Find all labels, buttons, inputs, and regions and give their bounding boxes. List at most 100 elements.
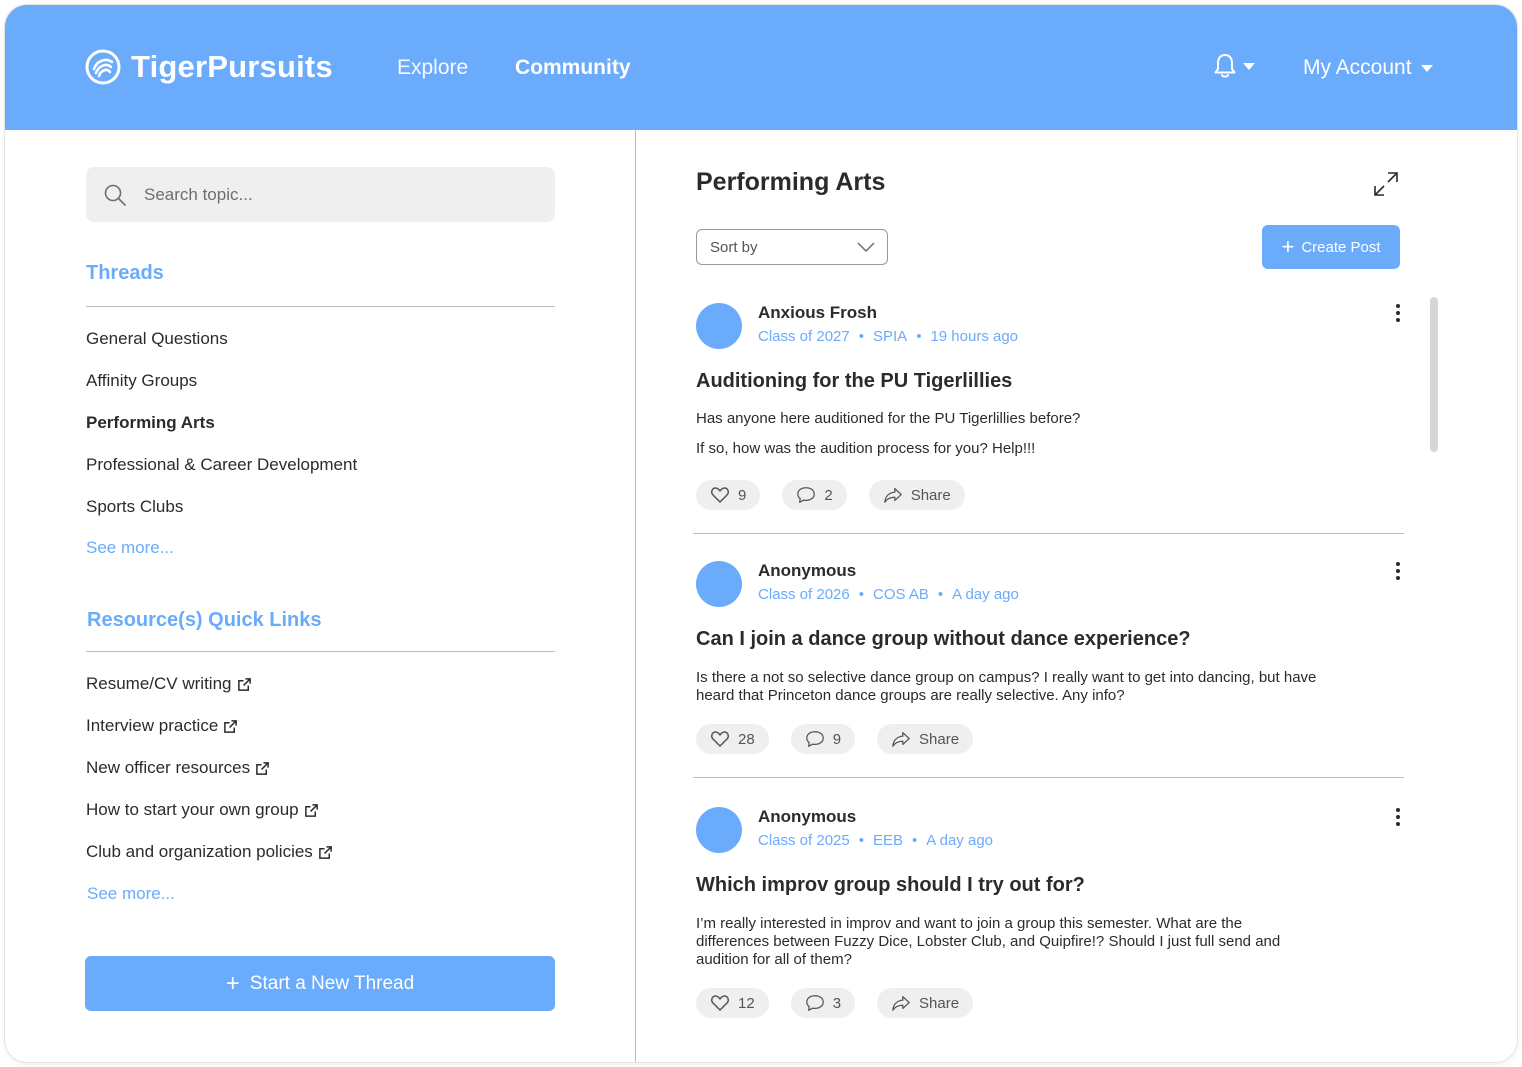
post-card: Anonymous Class of 2025 • EEB • A day ago Wh… — [696, 807, 1406, 1027]
share-label: Share — [919, 994, 960, 1012]
bell-icon — [1214, 54, 1236, 78]
thread-affinity-groups[interactable]: Affinity Groups — [86, 371, 197, 391]
post-class-year: Class of 2026 — [758, 586, 850, 603]
post-department: SPIA — [873, 328, 908, 345]
comment-button[interactable]: 9 — [790, 724, 856, 754]
like-button[interactable]: 28 — [696, 724, 769, 754]
expand-icon[interactable] — [1371, 169, 1401, 199]
chevron-down-icon — [857, 242, 875, 252]
post-meta: Class of 2027 • SPIA • 19 hours ago — [758, 328, 1019, 345]
start-new-thread-button[interactable]: + Start a New Thread — [85, 956, 555, 1011]
share-button[interactable]: Share — [877, 724, 974, 754]
post-department: EEB — [873, 832, 904, 849]
post-timestamp: 19 hours ago — [930, 328, 1019, 345]
post-title[interactable]: Which improv group should I try out for? — [696, 874, 1085, 897]
post-department: COS AB — [873, 586, 929, 603]
top-navigation-bar: TigerPursuits Explore Community My Accou… — [5, 5, 1517, 130]
post-actions: 28 9 Share — [696, 724, 995, 754]
resource-label: Club and organization policies — [86, 842, 313, 861]
post-body-line: I’m really interested in improv and want… — [696, 915, 1281, 968]
comment-button[interactable]: 2 — [782, 480, 847, 510]
thread-performing-arts[interactable]: Performing Arts — [86, 413, 215, 433]
logo[interactable]: TigerPursuits — [85, 49, 333, 85]
post-author: Anonymous — [758, 561, 857, 580]
post-meta: Class of 2026 • COS AB • A day ago — [758, 586, 1019, 603]
resource-label: How to start your own group — [86, 800, 299, 819]
resource-link-start-group[interactable]: How to start your own group — [86, 800, 319, 820]
comment-button[interactable]: 3 — [790, 988, 856, 1018]
plus-icon: + — [1281, 234, 1295, 259]
avatar — [696, 303, 742, 349]
post-author: Anonymous — [758, 807, 857, 826]
comment-icon — [797, 487, 816, 503]
resources-see-more-link[interactable]: See more... — [87, 884, 175, 904]
post-title[interactable]: Auditioning for the PU Tigerlillies — [696, 370, 1012, 393]
post-class-year: Class of 2027 — [758, 328, 850, 345]
search-bar[interactable] — [86, 167, 555, 222]
scrollbar-thumb[interactable] — [1430, 297, 1438, 452]
share-icon — [892, 996, 910, 1011]
more-options-icon[interactable] — [1390, 303, 1406, 323]
resource-link-officer[interactable]: New officer resources — [86, 758, 270, 778]
thread-professional-career[interactable]: Professional & Career Development — [86, 455, 357, 475]
sort-dropdown[interactable]: Sort by — [696, 229, 888, 265]
post-actions: 12 3 Share — [696, 988, 995, 1018]
comment-count: 3 — [832, 994, 842, 1012]
tiger-logo-icon — [85, 49, 121, 85]
thread-general-questions[interactable]: General Questions — [86, 329, 228, 349]
page-title: Performing Arts — [696, 168, 886, 196]
chevron-down-icon — [1243, 62, 1255, 70]
resource-link-interview[interactable]: Interview practice — [86, 716, 238, 736]
heart-icon — [711, 731, 729, 747]
post-class-year: Class of 2025 — [758, 832, 850, 849]
like-count: 28 — [738, 730, 755, 748]
heart-icon — [711, 995, 729, 1011]
post-meta: Class of 2025 • EEB • A day ago — [758, 832, 994, 849]
resources-divider — [86, 651, 555, 652]
app-name: TigerPursuits — [131, 49, 333, 84]
avatar — [696, 561, 742, 607]
column-divider — [635, 130, 636, 1062]
resource-link-resume[interactable]: Resume/CV writing — [86, 674, 252, 694]
external-link-icon — [224, 719, 238, 733]
comment-count: 9 — [832, 730, 842, 748]
share-button[interactable]: Share — [868, 480, 965, 510]
post-timestamp: A day ago — [926, 832, 994, 849]
app-window: TigerPursuits Explore Community My Accou… — [5, 5, 1517, 1062]
share-button[interactable]: Share — [877, 988, 974, 1018]
create-post-button[interactable]: + Create Post — [1262, 225, 1400, 269]
resource-label: New officer resources — [86, 758, 251, 777]
threads-see-more-link[interactable]: See more... — [86, 538, 174, 558]
search-icon — [104, 184, 126, 206]
more-options-icon[interactable] — [1390, 561, 1406, 581]
plus-icon: + — [225, 969, 240, 997]
like-count: 9 — [738, 486, 747, 504]
like-count: 12 — [738, 994, 755, 1012]
resource-link-policies[interactable]: Club and organization policies — [86, 842, 333, 862]
nav-community[interactable]: Community — [515, 56, 631, 80]
like-button[interactable]: 12 — [696, 988, 769, 1018]
post-divider — [693, 777, 1404, 778]
resource-label: Interview practice — [86, 716, 219, 735]
more-options-icon[interactable] — [1390, 807, 1406, 827]
notifications-button[interactable] — [1213, 53, 1255, 79]
share-label: Share — [910, 486, 951, 504]
resource-label: Resume/CV writing — [86, 674, 232, 693]
threads-heading: Threads — [86, 262, 164, 284]
post-timestamp: A day ago — [952, 586, 1019, 603]
post-body: Is there a not so selective dance group … — [696, 669, 1336, 705]
avatar — [696, 807, 742, 853]
nav-explore[interactable]: Explore — [397, 56, 468, 80]
external-link-icon — [256, 761, 269, 775]
search-input[interactable] — [144, 184, 524, 205]
share-icon — [892, 732, 910, 747]
external-link-icon — [304, 803, 318, 817]
post-body-line: Has anyone here auditioned for the PU Ti… — [696, 410, 1081, 427]
thread-sports-clubs[interactable]: Sports Clubs — [86, 497, 183, 517]
like-button[interactable]: 9 — [696, 480, 761, 510]
post-author: Anxious Frosh — [758, 303, 878, 322]
post-title[interactable]: Can I join a dance group without dance e… — [696, 628, 1191, 651]
comment-icon — [805, 731, 824, 747]
comment-icon — [805, 995, 824, 1011]
account-menu[interactable]: My Account — [1303, 56, 1433, 80]
